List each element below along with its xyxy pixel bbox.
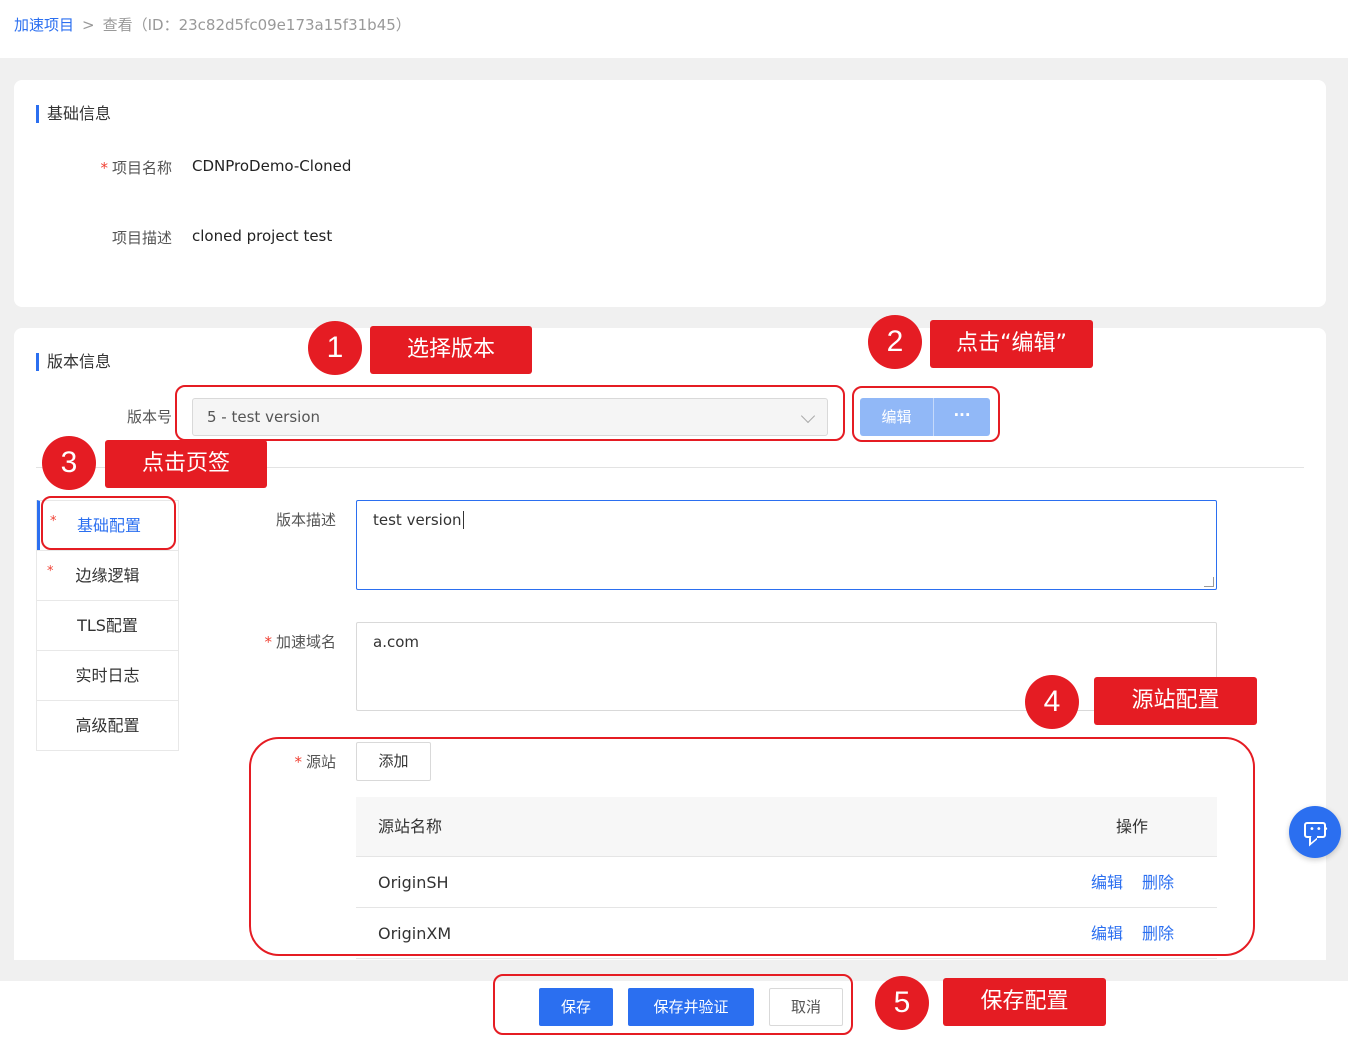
- tab-label: 实时日志: [75, 666, 140, 685]
- tab-realtime-log[interactable]: 实时日志: [37, 650, 178, 700]
- domain-label: * 加速域名: [264, 633, 336, 651]
- basic-info-title: 基础信息: [36, 105, 111, 123]
- basic-info-card: [14, 80, 1326, 307]
- project-name-label: * 项目名称: [100, 159, 172, 177]
- annotation-step-2: 2: [868, 315, 922, 369]
- tab-tls-config[interactable]: TLS配置: [37, 600, 178, 650]
- annotation-step-1: 1: [308, 321, 362, 375]
- annotation-box-save: [493, 974, 853, 1035]
- breadcrumb-root-link[interactable]: 加速项目: [14, 16, 74, 34]
- version-desc-label: 版本描述: [275, 511, 336, 529]
- annotation-step-5: 5: [875, 976, 929, 1030]
- breadcrumb-current: 查看（ID：23c82d5fc09e173a15f31b45）: [102, 16, 411, 34]
- version-desc-textarea[interactable]: test version: [356, 500, 1217, 590]
- required-mark: *: [264, 633, 272, 651]
- domain-value: a.com: [373, 633, 419, 651]
- project-name-value: CDNProDemo-Cloned: [192, 157, 352, 175]
- annotation-box-tab: [41, 496, 176, 550]
- required-mark: *: [100, 159, 108, 177]
- tab-label: 高级配置: [75, 716, 140, 735]
- resize-handle-icon[interactable]: [1204, 577, 1214, 587]
- annotation-label-5: 保存配置: [943, 978, 1106, 1026]
- annotation-box-origin: [249, 737, 1255, 956]
- domain-textarea[interactable]: a.com: [356, 622, 1217, 711]
- annotation-label-1: 选择版本: [370, 326, 532, 374]
- annotation-label-2: 点击“编辑”: [930, 320, 1093, 368]
- annotation-box-version: [175, 385, 845, 441]
- version-desc-value: test version: [373, 511, 462, 529]
- annotation-step-4: 4: [1025, 675, 1079, 729]
- tab-edge-logic[interactable]: * 边缘逻辑: [37, 550, 178, 600]
- tab-advanced-config[interactable]: 高级配置: [37, 700, 178, 750]
- annotation-step-3: 3: [42, 436, 96, 490]
- version-number-label: 版本号: [126, 408, 172, 426]
- tab-label: 边缘逻辑: [75, 566, 140, 585]
- chat-support-button[interactable]: •••: [1289, 806, 1341, 858]
- breadcrumb: 加速项目 > 查看（ID：23c82d5fc09e173a15f31b45）: [14, 14, 411, 35]
- top-bar: 加速项目 > 查看（ID：23c82d5fc09e173a15f31b45）: [0, 0, 1348, 58]
- breadcrumb-separator: >: [82, 16, 95, 34]
- required-mark: *: [47, 564, 54, 579]
- project-desc-label: 项目描述: [111, 229, 172, 247]
- project-desc-value: cloned project test: [192, 227, 333, 245]
- version-info-title: 版本信息: [36, 353, 111, 371]
- annotation-label-3: 点击页签: [105, 440, 267, 488]
- tab-label: TLS配置: [77, 616, 138, 635]
- annotation-box-edit: [852, 386, 1000, 442]
- annotation-label-4: 源站配置: [1094, 677, 1257, 725]
